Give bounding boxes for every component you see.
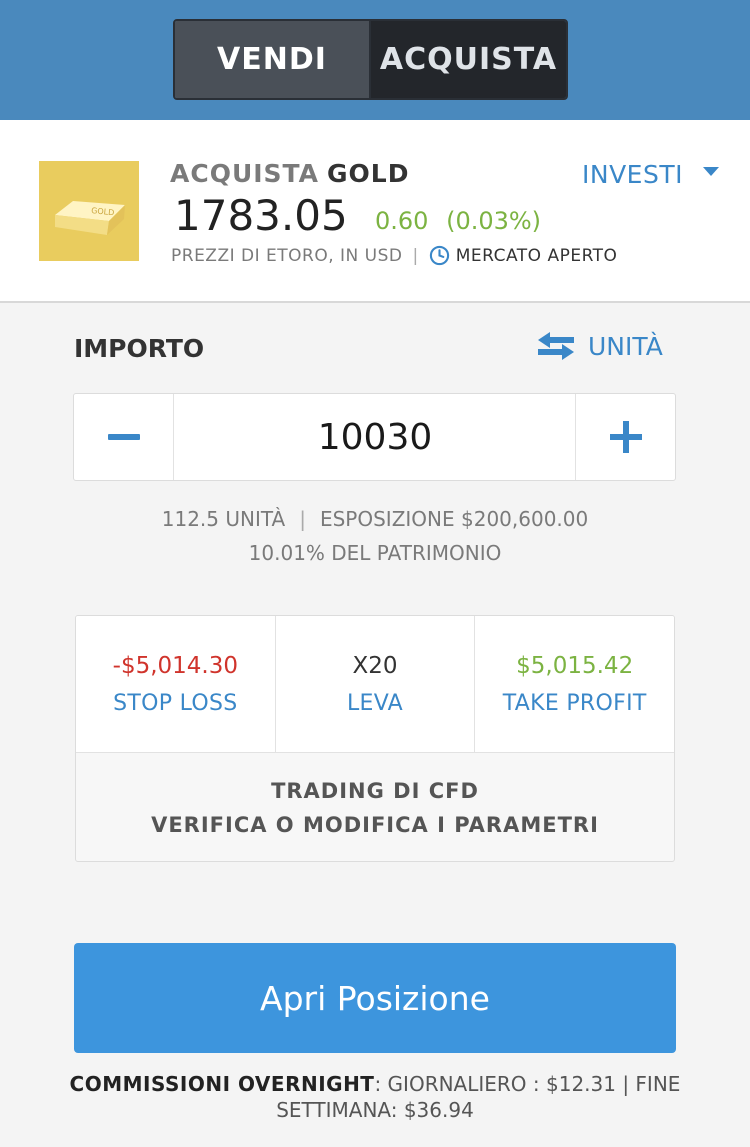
stop-loss-cell[interactable]: -$5,014.30 STOP LOSS (76, 616, 276, 752)
price-source-text: PREZZI DI ETORO, IN USD (171, 245, 403, 266)
clock-icon (429, 245, 449, 266)
sell-buy-toggle: VENDI ACQUISTA (173, 19, 568, 100)
instrument-title: ACQUISTA GOLD (170, 159, 409, 188)
parameter-cells: -$5,014.30 STOP LOSS X20 LEVA $5,015.42 … (76, 616, 674, 753)
market-status: MERCATO APERTO (429, 245, 618, 266)
take-profit-value: $5,015.42 (516, 652, 634, 679)
swap-arrows-icon (538, 332, 574, 360)
instrument-header: GOLD ACQUISTA GOLD 1783.05 0.60 (0.03%) P… (0, 120, 750, 303)
review-parameters-label: VERIFICA O MODIFICA I PARAMETRI (151, 813, 599, 837)
market-status-text: MERCATO APERTO (455, 245, 618, 266)
info-separator: | (299, 507, 306, 531)
price-change: 0.60 (0.03%) (375, 207, 541, 235)
invest-dropdown[interactable]: INVESTI (582, 160, 719, 189)
amount-input[interactable] (175, 394, 575, 480)
equity-percent: 10.01% DEL PATRIMONIO (248, 541, 502, 565)
instrument-logo: GOLD (39, 161, 139, 261)
exposure-value: ESPOSIZIONE $200,600.00 (319, 507, 589, 531)
minus-icon (107, 434, 140, 440)
units-toggle[interactable]: UNITÀ (536, 330, 663, 362)
stop-loss-value: -$5,014.30 (112, 652, 239, 679)
invest-label: INVESTI (582, 160, 683, 189)
leverage-label: LEVA (346, 690, 404, 716)
take-profit-cell[interactable]: $5,015.42 TAKE PROFIT (475, 616, 674, 752)
instrument-action: ACQUISTA (170, 159, 320, 188)
cfd-trading-label: TRADING DI CFD (271, 779, 479, 803)
source-separator: | (412, 245, 419, 266)
sell-tab[interactable]: VENDI (175, 21, 371, 98)
units-toggle-label: UNITÀ (588, 331, 663, 361)
instrument-price: 1783.05 (174, 191, 348, 240)
units-value: 112.5 UNITÀ (161, 507, 286, 531)
open-position-button[interactable]: Apri Posizione (74, 943, 676, 1053)
leverage-cell[interactable]: X20 LEVA (276, 616, 476, 752)
trade-parameters: -$5,014.30 STOP LOSS X20 LEVA $5,015.42 … (75, 615, 675, 862)
decrease-button[interactable] (74, 394, 174, 480)
leverage-value: X20 (352, 652, 398, 679)
units-exposure-info: 112.5 UNITÀ | ESPOSIZIONE $200,600.00 (0, 507, 750, 531)
increase-button[interactable] (575, 394, 675, 480)
overnight-fees: COMMISSIONI OVERNIGHT: GIORNALIERO : $12… (40, 1071, 710, 1123)
price-source: PREZZI DI ETORO, IN USD | MERCATO APERTO (171, 245, 617, 266)
price-change-value: 0.60 (375, 207, 429, 235)
amount-label: IMPORTO (74, 334, 205, 363)
cfd-review-link[interactable]: TRADING DI CFD VERIFICA O MODIFICA I PAR… (76, 754, 674, 861)
overnight-fees-label: COMMISSIONI OVERNIGHT (69, 1072, 375, 1096)
caret-down-icon (703, 167, 719, 176)
amount-stepper (73, 393, 676, 481)
plus-icon (609, 421, 642, 453)
top-bar: VENDI ACQUISTA (0, 0, 750, 120)
price-change-percent: (0.03%) (446, 207, 542, 235)
take-profit-label: TAKE PROFIT (502, 690, 647, 716)
stop-loss-label: STOP LOSS (113, 690, 238, 716)
buy-tab[interactable]: ACQUISTA (371, 21, 566, 98)
gold-bar-icon: GOLD (55, 201, 125, 235)
instrument-name: GOLD (327, 159, 410, 188)
